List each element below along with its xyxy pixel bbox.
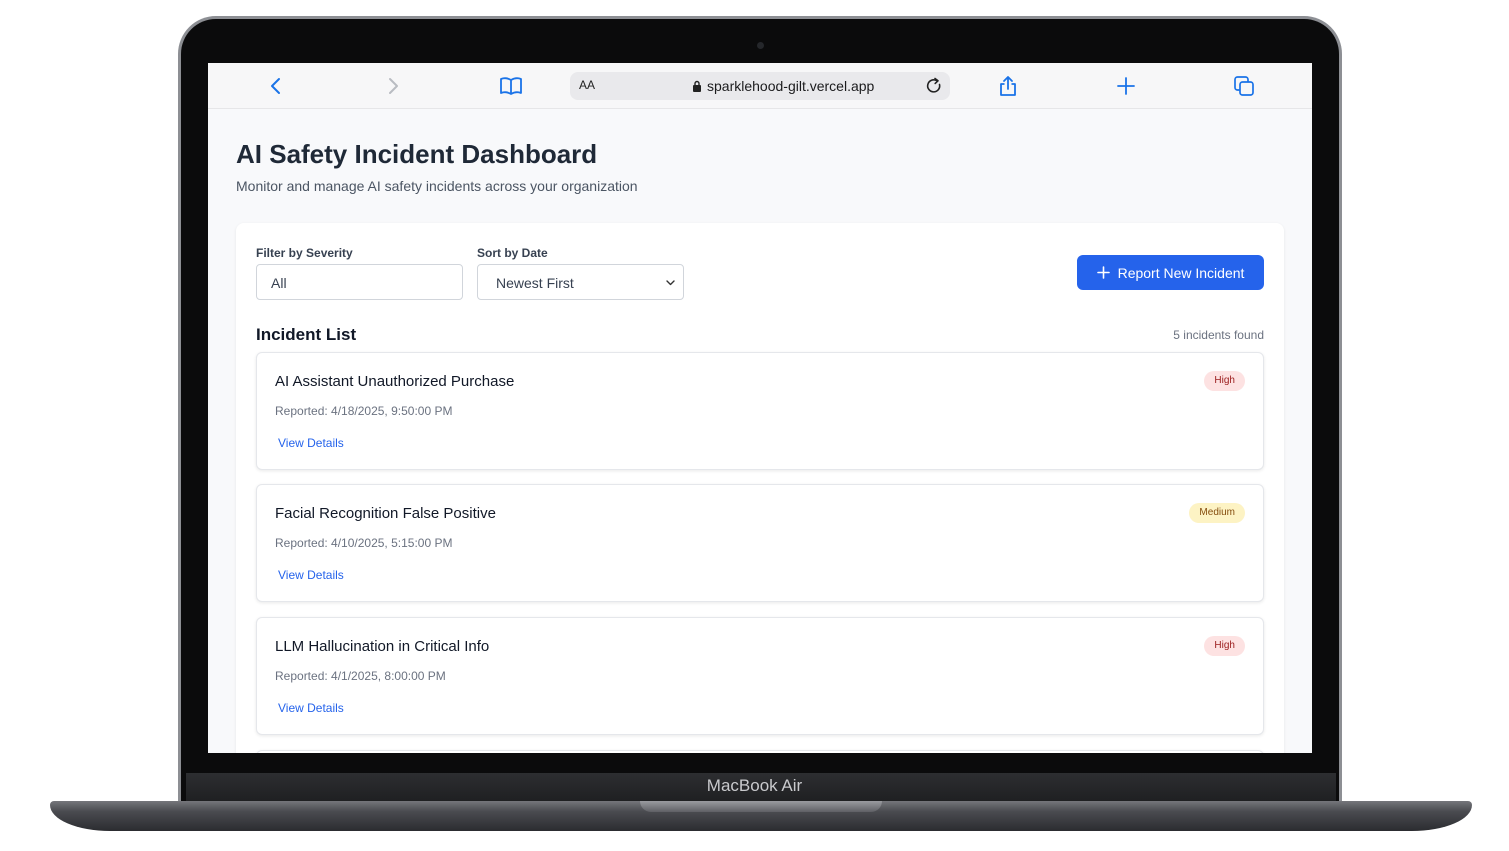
- url-text: sparklehood-gilt.vercel.app: [707, 78, 875, 94]
- page-subtitle: Monitor and manage AI safety incidents a…: [236, 178, 638, 194]
- report-incident-button[interactable]: Report New Incident: [1077, 255, 1264, 290]
- chevron-down-icon: [666, 280, 675, 286]
- report-incident-label: Report New Incident: [1117, 264, 1245, 281]
- back-icon[interactable]: [263, 73, 289, 99]
- sort-date-select[interactable]: Newest First: [477, 264, 684, 300]
- view-details-link[interactable]: View Details: [278, 436, 344, 450]
- page-title: AI Safety Incident Dashboard: [236, 139, 598, 169]
- laptop-notch: [640, 801, 882, 812]
- incident-title: Facial Recognition False Positive: [275, 505, 496, 522]
- incident-card: [256, 750, 1264, 753]
- browser-toolbar: AA sparklehood-gilt.vercel.app: [208, 63, 1312, 109]
- severity-filter-select[interactable]: All: [256, 264, 463, 300]
- bookmarks-icon[interactable]: [498, 73, 524, 99]
- severity-badge: Medium: [1189, 503, 1245, 523]
- incident-title: AI Assistant Unauthorized Purchase: [275, 373, 515, 390]
- severity-badge: High: [1204, 636, 1245, 656]
- severity-filter-value: All: [271, 275, 287, 291]
- new-tab-icon[interactable]: [1113, 73, 1139, 99]
- forward-icon[interactable]: [380, 73, 406, 99]
- view-details-link[interactable]: View Details: [278, 701, 344, 715]
- severity-badge: High: [1204, 371, 1245, 391]
- dashboard-panel: Filter by Severity All Sort by Date Newe…: [236, 223, 1284, 753]
- reload-icon[interactable]: [924, 76, 944, 96]
- incident-card: LLM Hallucination in Critical Info Repor…: [256, 617, 1264, 735]
- screen: AA sparklehood-gilt.vercel.app AI Safety…: [208, 63, 1312, 753]
- sort-date-label: Sort by Date: [477, 246, 548, 260]
- device-label: MacBook Air: [706, 776, 803, 795]
- incident-card: AI Assistant Unauthorized Purchase Repor…: [256, 352, 1264, 470]
- address-bar[interactable]: AA sparklehood-gilt.vercel.app: [570, 72, 950, 100]
- incident-title: LLM Hallucination in Critical Info: [275, 638, 490, 655]
- lock-icon: [693, 80, 701, 92]
- tabs-icon[interactable]: [1231, 73, 1257, 99]
- camera: [757, 42, 764, 49]
- severity-filter-label: Filter by Severity: [256, 246, 353, 260]
- incident-date: Reported: 4/18/2025, 9:50:00 PM: [275, 404, 453, 418]
- incident-date: Reported: 4/10/2025, 5:15:00 PM: [275, 536, 453, 550]
- plus-icon: [1096, 266, 1110, 279]
- share-icon[interactable]: [995, 73, 1021, 99]
- incident-date: Reported: 4/1/2025, 8:00:00 PM: [275, 669, 446, 683]
- incident-list-title: Incident List: [256, 325, 357, 344]
- url-display[interactable]: sparklehood-gilt.vercel.app: [692, 78, 874, 94]
- sort-date-value: Newest First: [496, 275, 574, 291]
- incident-count: 5 incidents found: [1173, 328, 1264, 342]
- incident-card: Facial Recognition False Positive Report…: [256, 484, 1264, 602]
- view-details-link[interactable]: View Details: [278, 568, 344, 582]
- text-size-button[interactable]: AA: [579, 78, 595, 92]
